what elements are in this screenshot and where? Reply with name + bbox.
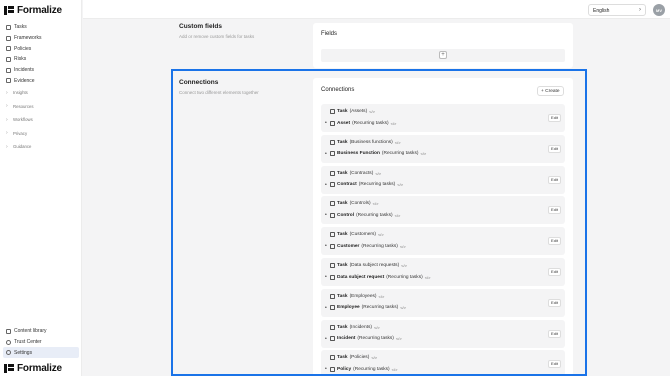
top-header xyxy=(83,0,670,19)
sidebar: Formalize Tasks Frameworks Policies Risk… xyxy=(0,0,82,376)
sidebar-section-workflows[interactable]: › Workflows xyxy=(0,113,82,127)
sidebar-item-frameworks[interactable]: Frameworks xyxy=(0,33,82,44)
fields-panel-title: Fields xyxy=(321,31,338,37)
bottom-nav: Content library Trust Center Settings xyxy=(0,326,82,359)
warning-icon xyxy=(6,56,11,62)
custom-fields-title: Custom fields xyxy=(179,23,222,30)
sidebar-item-settings[interactable]: Settings xyxy=(3,347,79,359)
highlight-box xyxy=(171,69,587,376)
library-icon xyxy=(6,328,11,334)
logo-text: Formalize xyxy=(17,5,62,16)
sidebar-item-risks[interactable]: Risks xyxy=(0,54,82,65)
formalize-logo-footer: Formalize xyxy=(4,363,62,374)
add-field-button[interactable]: + xyxy=(439,51,447,59)
sidebar-section-privacy[interactable]: › Privacy xyxy=(0,127,82,141)
alert-icon xyxy=(6,67,11,73)
chevron-right-icon: › xyxy=(6,143,8,150)
sidebar-item-evidence[interactable]: Evidence xyxy=(0,75,82,86)
logo-text: Formalize xyxy=(17,363,62,374)
language-select[interactable]: English › xyxy=(588,4,646,16)
chevron-right-icon: › xyxy=(6,103,8,110)
sidebar-item-policies[interactable]: Policies xyxy=(0,43,82,54)
formalize-logo-icon xyxy=(4,364,14,373)
sidebar-item-content-library[interactable]: Content library xyxy=(0,326,82,337)
primary-nav: Tasks Frameworks Policies Risks Incident… xyxy=(0,22,82,154)
chevron-right-icon: › xyxy=(6,130,8,137)
gear-icon xyxy=(6,350,11,356)
avatar[interactable]: MV xyxy=(653,4,665,16)
book-icon xyxy=(6,35,11,41)
sidebar-section-guidance[interactable]: › Guidance xyxy=(0,140,82,154)
sidebar-item-tasks[interactable]: Tasks xyxy=(0,22,82,33)
shield-icon xyxy=(6,46,11,52)
formalize-logo[interactable]: Formalize xyxy=(4,5,62,16)
sidebar-item-incidents[interactable]: Incidents xyxy=(0,65,82,76)
custom-fields-description: Add or remove custom fields for tasks xyxy=(179,34,255,39)
chevron-right-icon: › xyxy=(639,6,641,13)
chevron-right-icon: › xyxy=(6,116,8,123)
formalize-logo-icon xyxy=(4,6,14,15)
sidebar-item-trust-center[interactable]: Trust Center xyxy=(0,337,82,348)
document-icon xyxy=(6,78,11,84)
sidebar-section-insights[interactable]: › Insights xyxy=(0,86,82,100)
sidebar-section-resources[interactable]: › Resources xyxy=(0,100,82,114)
checkbox-icon xyxy=(6,24,11,30)
globe-icon xyxy=(6,339,11,345)
chevron-right-icon: › xyxy=(6,89,8,96)
